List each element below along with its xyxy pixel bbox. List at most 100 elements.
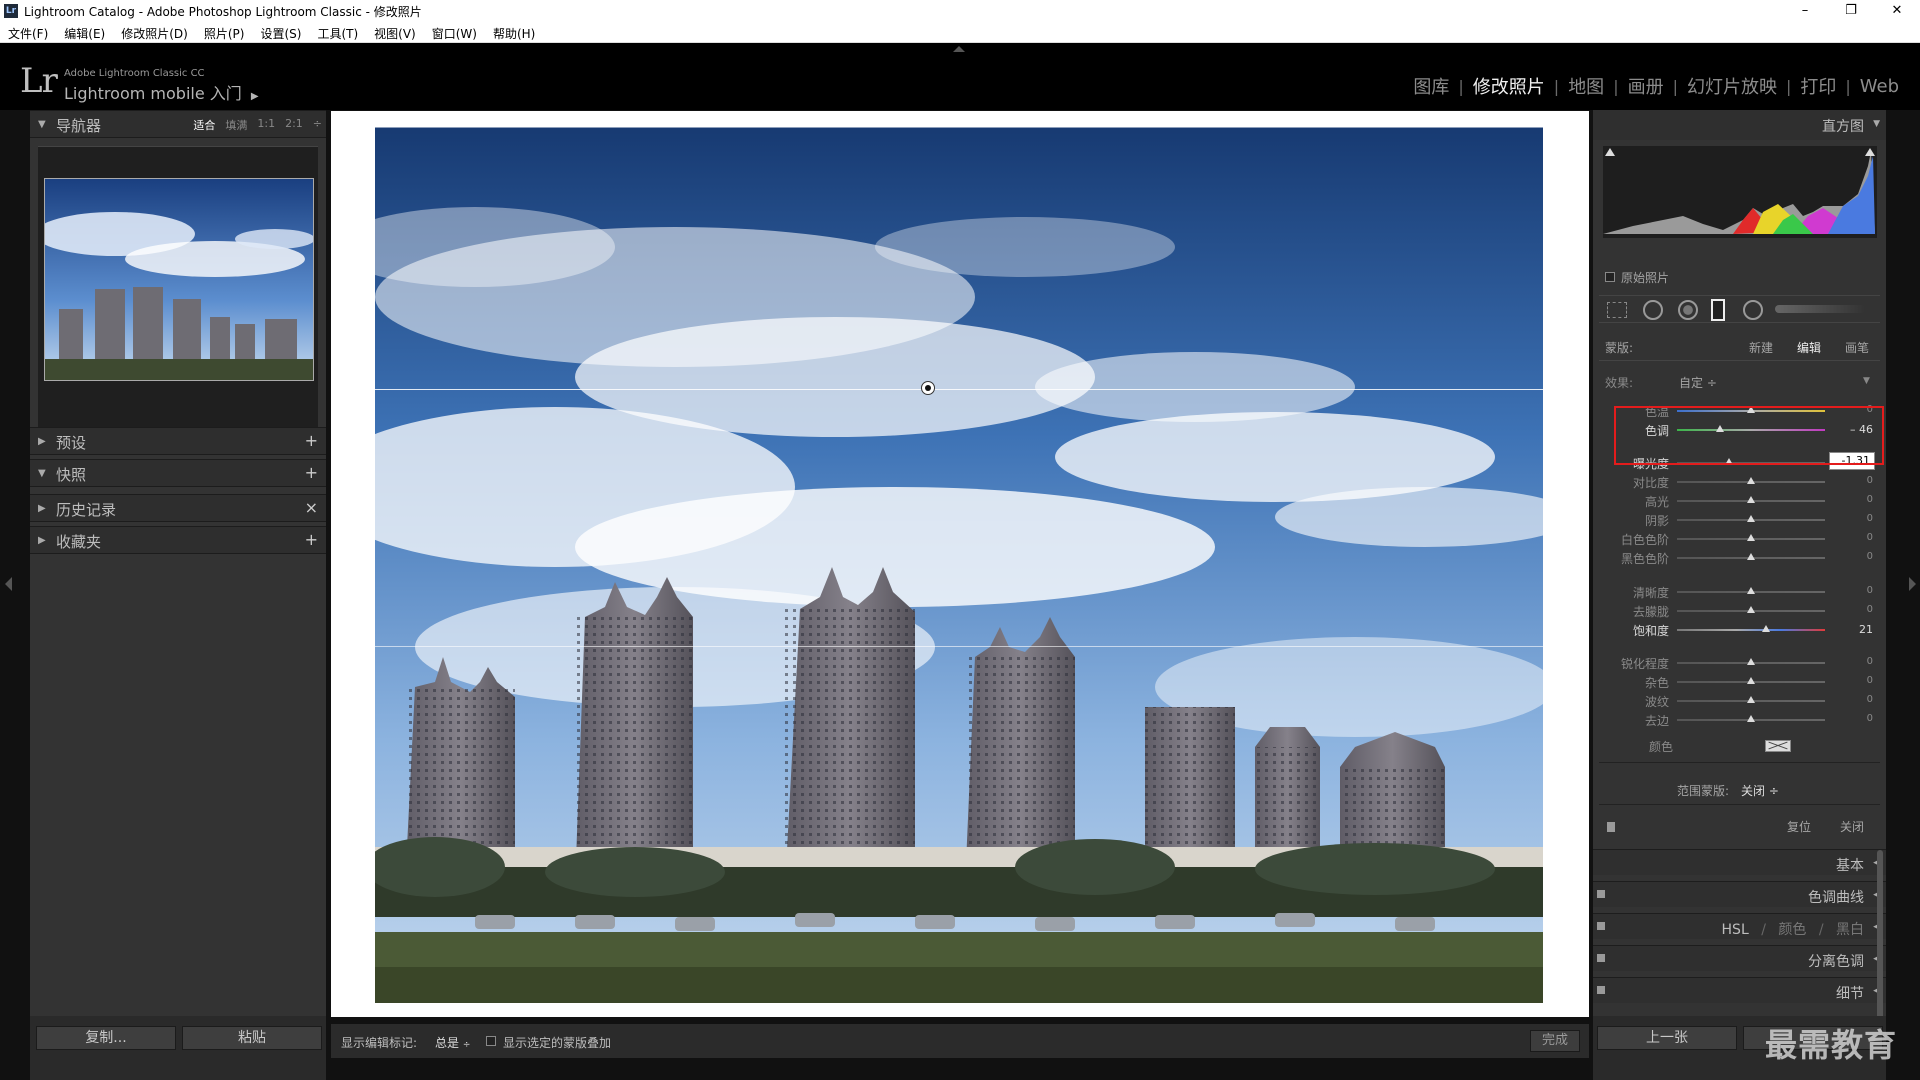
panel-toggle-icon[interactable] bbox=[1597, 986, 1605, 994]
gradient-filter-edge-line[interactable] bbox=[334, 646, 1584, 647]
slider-value[interactable]: 0 bbox=[1833, 532, 1873, 543]
tone-curve-panel-header[interactable]: 色调曲线 ◀ bbox=[1593, 881, 1886, 907]
slider-value[interactable]: 0 bbox=[1833, 475, 1873, 486]
mask-brush-button[interactable]: 画笔 bbox=[1845, 339, 1869, 356]
zoom-1-1[interactable]: 1:1 bbox=[257, 117, 275, 133]
navigator-header[interactable]: ▼ 导航器 适合 填满 1:1 2:1 ÷ bbox=[30, 110, 326, 138]
adjustment-brush-icon[interactable] bbox=[1775, 305, 1865, 313]
slider-value[interactable]: 0 bbox=[1833, 513, 1873, 524]
zoom-more[interactable]: ÷ bbox=[313, 117, 322, 133]
zoom-2-1[interactable]: 2:1 bbox=[285, 117, 303, 133]
radial-filter-icon[interactable] bbox=[1743, 300, 1763, 320]
effect-preset-select[interactable]: 自定 ÷ bbox=[1679, 374, 1717, 391]
slider-thumb[interactable] bbox=[1747, 496, 1755, 503]
history-header[interactable]: ▶ 历史记录 × bbox=[30, 494, 326, 522]
shadow-clipping-icon[interactable] bbox=[1605, 148, 1615, 156]
split-toning-panel-header[interactable]: 分离色调 ◀ bbox=[1593, 945, 1886, 971]
panel-collapse-icon[interactable]: ▼ bbox=[38, 468, 46, 479]
top-panel-toggle-icon[interactable] bbox=[953, 46, 965, 52]
basic-panel-header[interactable]: 基本 ◀ bbox=[1593, 849, 1886, 875]
menu-help[interactable]: 帮助(H) bbox=[485, 22, 543, 42]
detail-panel-header[interactable]: 细节 ◀ bbox=[1593, 977, 1886, 1003]
slider-thumb[interactable] bbox=[1747, 477, 1755, 484]
slider-value[interactable]: 0 bbox=[1833, 675, 1873, 686]
show-edit-pins-select[interactable]: 总是 ÷ bbox=[435, 1034, 470, 1051]
slider-value[interactable]: 0 bbox=[1833, 585, 1873, 596]
mask-new-button[interactable]: 新建 bbox=[1749, 339, 1773, 356]
previous-button[interactable]: 上一张 bbox=[1597, 1026, 1737, 1050]
color-tab[interactable]: 颜色 bbox=[1778, 922, 1806, 938]
menu-window[interactable]: 窗口(W) bbox=[424, 22, 485, 42]
slider-value[interactable]: 0 bbox=[1833, 604, 1873, 615]
slider-thumb[interactable] bbox=[1747, 677, 1755, 684]
show-overlay-checkbox[interactable] bbox=[486, 1036, 496, 1046]
red-eye-icon[interactable] bbox=[1678, 300, 1698, 320]
panel-expand-icon[interactable]: ▶ bbox=[38, 503, 46, 514]
histogram-chart[interactable] bbox=[1603, 146, 1877, 238]
add-preset-icon[interactable]: + bbox=[305, 431, 318, 450]
hsl-tab[interactable]: HSL bbox=[1722, 922, 1749, 938]
module-develop[interactable]: 修改照片 bbox=[1464, 73, 1554, 99]
collections-header[interactable]: ▶ 收藏夹 + bbox=[30, 526, 326, 554]
slider-track[interactable] bbox=[1677, 629, 1825, 631]
module-map[interactable]: 地图 bbox=[1559, 73, 1613, 99]
slider-value[interactable]: 0 bbox=[1833, 713, 1873, 724]
slider-thumb[interactable] bbox=[1747, 606, 1755, 613]
close-mask-button[interactable]: 关闭 bbox=[1840, 818, 1864, 835]
original-photo-checkbox[interactable] bbox=[1605, 272, 1615, 282]
module-library[interactable]: 图库 bbox=[1404, 73, 1458, 99]
panel-toggle-icon[interactable] bbox=[1597, 890, 1605, 898]
slider-thumb[interactable] bbox=[1747, 515, 1755, 522]
module-print[interactable]: 打印 bbox=[1791, 73, 1845, 99]
slider-thumb[interactable] bbox=[1762, 625, 1770, 632]
slider-thumb[interactable] bbox=[1747, 587, 1755, 594]
menu-view[interactable]: 视图(V) bbox=[366, 22, 424, 42]
navigator-thumbnail[interactable] bbox=[44, 178, 314, 381]
mask-pin-icon[interactable] bbox=[921, 381, 935, 395]
module-book[interactable]: 画册 bbox=[1619, 73, 1673, 99]
maximize-button[interactable]: ❐ bbox=[1828, 1, 1874, 21]
slider-value[interactable]: 0 bbox=[1833, 551, 1873, 562]
gradient-filter-center-line[interactable] bbox=[334, 389, 1584, 390]
mask-toggle-switch-icon[interactable] bbox=[1607, 822, 1615, 832]
slider-thumb[interactable] bbox=[1747, 715, 1755, 722]
close-window-button[interactable]: ✕ bbox=[1874, 1, 1920, 21]
panel-toggle-icon[interactable] bbox=[1597, 954, 1605, 962]
bw-tab[interactable]: 黑白 bbox=[1836, 922, 1864, 938]
add-snapshot-icon[interactable]: + bbox=[305, 463, 318, 482]
slider-value[interactable]: 21 bbox=[1833, 623, 1873, 636]
paste-settings-button[interactable]: 粘贴 bbox=[182, 1026, 322, 1050]
hsl-panel-header[interactable]: HSL / 颜色 / 黑白 ◀ bbox=[1593, 913, 1886, 939]
slider-thumb[interactable] bbox=[1747, 553, 1755, 560]
slider-value[interactable]: 0 bbox=[1833, 656, 1873, 667]
slider-value[interactable]: 0 bbox=[1833, 694, 1873, 705]
add-collection-icon[interactable]: + bbox=[305, 530, 318, 549]
right-panel-toggle-icon[interactable] bbox=[1909, 577, 1916, 591]
reset-button[interactable]: 复位 bbox=[1787, 818, 1811, 835]
panel-expand-icon[interactable]: ▶ bbox=[38, 535, 46, 546]
copy-settings-button[interactable]: 复制... bbox=[36, 1026, 176, 1050]
panel-toggle-icon[interactable] bbox=[1597, 922, 1605, 930]
main-photo[interactable] bbox=[375, 127, 1543, 1003]
zoom-fit[interactable]: 适合 bbox=[193, 117, 215, 133]
highlight-clipping-icon[interactable] bbox=[1865, 148, 1875, 156]
menu-settings[interactable]: 设置(S) bbox=[252, 22, 309, 42]
menu-develop[interactable]: 修改照片(D) bbox=[113, 22, 196, 42]
effect-collapse-icon[interactable]: ▼ bbox=[1863, 376, 1870, 386]
clear-history-icon[interactable]: × bbox=[305, 498, 318, 517]
menu-photo[interactable]: 照片(P) bbox=[196, 22, 253, 42]
minimize-button[interactable]: – bbox=[1782, 1, 1828, 21]
menu-edit[interactable]: 编辑(E) bbox=[56, 22, 113, 42]
crop-overlay-icon[interactable] bbox=[1607, 302, 1627, 318]
slider-value[interactable]: 0 bbox=[1833, 494, 1873, 505]
module-web[interactable]: Web bbox=[1851, 76, 1908, 97]
module-slideshow[interactable]: 幻灯片放映 bbox=[1678, 73, 1786, 99]
left-panel-toggle-icon[interactable] bbox=[5, 577, 12, 591]
navigator-collapse-icon[interactable]: ▼ bbox=[38, 119, 46, 130]
menu-tools[interactable]: 工具(T) bbox=[309, 22, 366, 42]
snapshots-header[interactable]: ▼ 快照 + bbox=[30, 459, 326, 487]
panel-expand-icon[interactable]: ▶ bbox=[38, 436, 46, 447]
color-swatch-icon[interactable] bbox=[1765, 740, 1791, 752]
spot-removal-icon[interactable] bbox=[1643, 300, 1663, 320]
graduated-filter-icon[interactable] bbox=[1711, 299, 1725, 321]
